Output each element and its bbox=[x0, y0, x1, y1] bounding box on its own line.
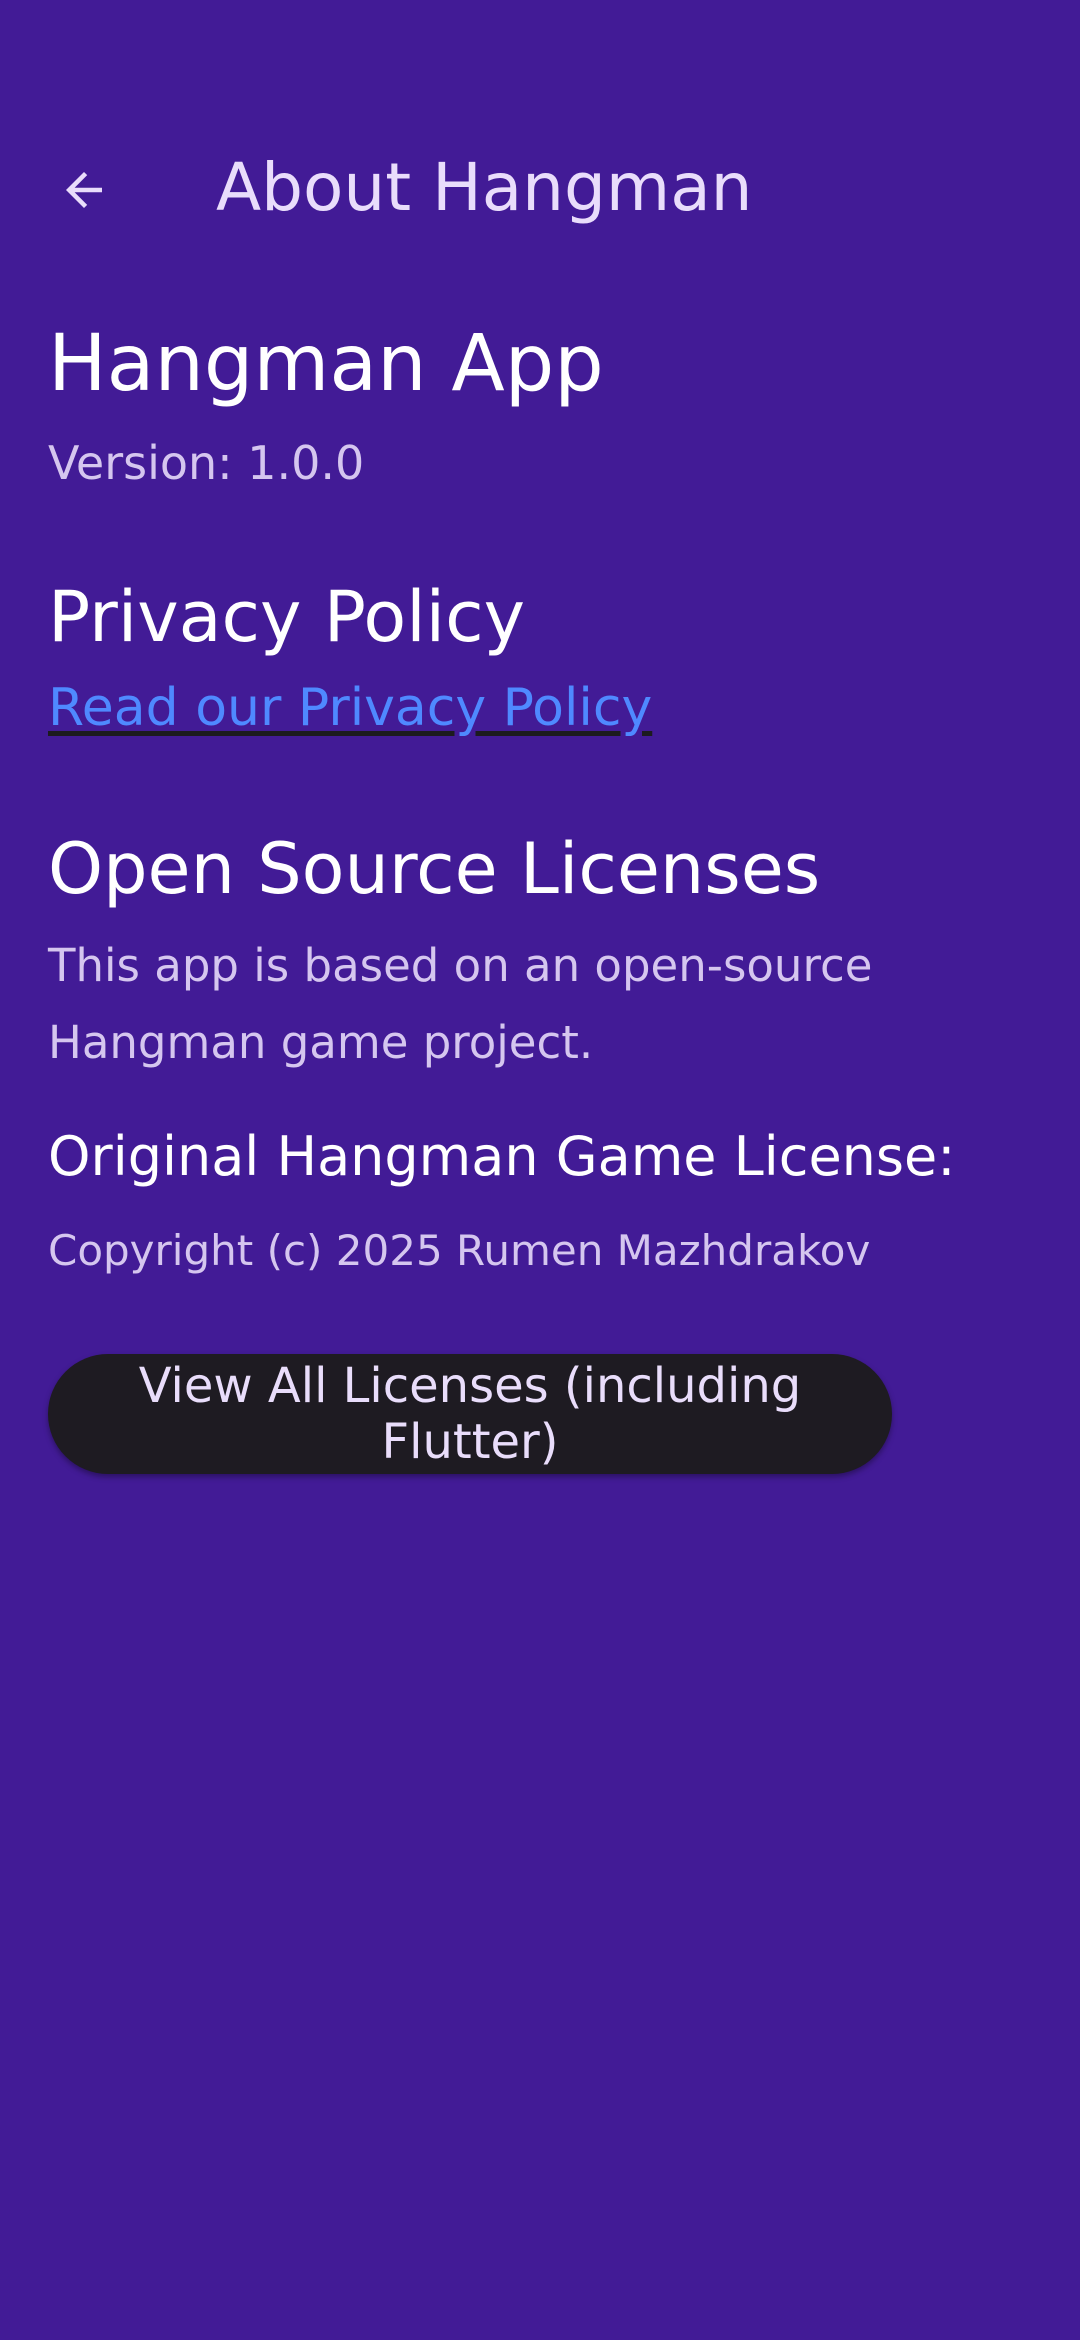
version-text: Version: 1.0.0 bbox=[48, 435, 365, 490]
app-bar: About Hangman bbox=[0, 120, 1080, 240]
arrow-back-icon bbox=[66, 172, 102, 208]
app-name-heading: Hangman App bbox=[48, 319, 604, 409]
view-all-licenses-button[interactable]: View All Licenses (including Flutter) bbox=[48, 1354, 892, 1475]
open-source-licenses-heading: Open Source Licenses bbox=[48, 828, 821, 911]
copyright-text: Copyright (c) 2025 Rumen Mazhdrakov bbox=[48, 1225, 871, 1275]
privacy-policy-heading: Privacy Policy bbox=[48, 575, 526, 658]
original-license-heading: Original Hangman Game License: bbox=[48, 1125, 956, 1189]
licenses-description: This app is based on an open-source Hang… bbox=[48, 939, 873, 1070]
page-title: About Hangman bbox=[216, 149, 753, 226]
back-button[interactable] bbox=[36, 142, 132, 238]
privacy-policy-link[interactable]: Read our Privacy Policy bbox=[48, 677, 652, 739]
about-content: Hangman App Version: 1.0.0 Privacy Polic… bbox=[48, 318, 1038, 1475]
